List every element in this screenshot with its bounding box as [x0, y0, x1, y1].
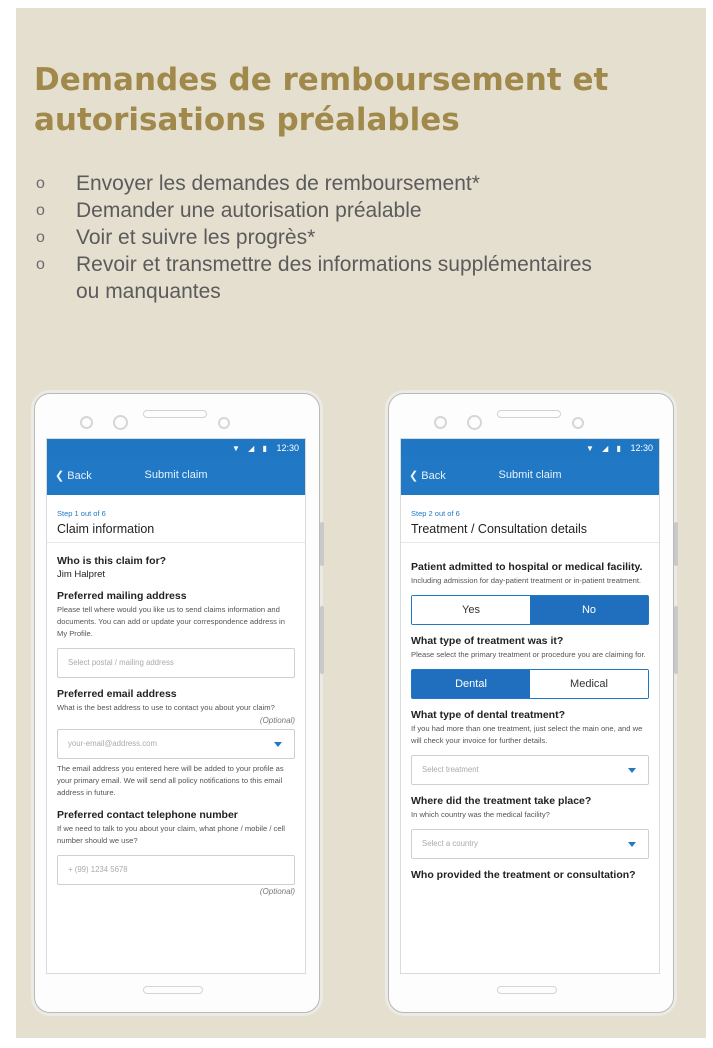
sensor-icon — [434, 416, 447, 429]
where-help: In which country was the medical facilit… — [411, 810, 550, 819]
step-heading: Claim information — [57, 522, 155, 536]
chevron-down-icon — [274, 742, 282, 747]
phone-screen: ▼ ◢ ▮ 12:30 ❮ Back Submit claim Step 2 o… — [400, 438, 660, 974]
mailing-address-label: Preferred mailing address — [57, 590, 187, 602]
dental-type-label: What type of dental treatment? — [411, 709, 566, 721]
medical-option[interactable]: Medical — [530, 670, 648, 698]
list-item: o Envoyer les demandes de remboursement* — [36, 172, 480, 195]
step-indicator: Step 1 out of 6 — [57, 509, 106, 518]
speaker-icon — [143, 410, 207, 418]
phone-number-label: Preferred contact telephone number — [57, 809, 238, 821]
home-button — [143, 986, 203, 994]
screen-title: Submit claim — [498, 469, 562, 481]
email-note: The email address you entered here will … — [57, 764, 284, 797]
side-button — [674, 522, 678, 566]
camera-icon — [113, 415, 128, 430]
optional-tag: (Optional) — [259, 887, 295, 896]
email-field[interactable]: your-email@address.com — [57, 729, 295, 759]
status-time: 12:30 — [276, 443, 299, 453]
no-option[interactable]: No — [530, 596, 648, 624]
yes-option[interactable]: Yes — [412, 596, 530, 624]
email-help: What is the best address to use to conta… — [57, 703, 275, 712]
claim-for-label: Who is this claim for? — [57, 555, 167, 567]
page-title: Demandes de remboursement et autorisatio… — [34, 62, 609, 138]
sensor-icon — [218, 417, 230, 429]
step-header: Step 2 out of 6 Treatment / Consultation… — [401, 495, 659, 543]
provider-label: Who provided the treatment or consultati… — [411, 869, 636, 881]
screen-title: Submit claim — [144, 469, 208, 481]
side-button — [320, 606, 324, 674]
treatment-type-help: Please select the primary treatment or p… — [411, 650, 646, 659]
country-select[interactable]: Select a country — [411, 829, 649, 859]
form-body: Patient admitted to hospital or medical … — [401, 543, 659, 889]
status-icons: ▼ ◢ ▮ — [232, 444, 270, 453]
treatment-type-label: What type of treatment was it? — [411, 635, 564, 647]
list-item: o Demander une autorisation préalable — [36, 199, 422, 222]
camera-icon — [467, 415, 482, 430]
status-time: 12:30 — [630, 443, 653, 453]
bullet-marker: o — [36, 256, 45, 273]
status-icons: ▼ ◢ ▮ — [586, 444, 624, 453]
admitted-help: Including admission for day-patient trea… — [411, 576, 642, 585]
phone-number-help: If we need to talk to you about your cla… — [57, 824, 285, 845]
speaker-icon — [497, 410, 561, 418]
step-header: Step 1 out of 6 Claim information — [47, 495, 305, 543]
feature-list: o Envoyer les demandes de remboursement* … — [36, 170, 596, 305]
sensor-icon — [572, 417, 584, 429]
dental-option[interactable]: Dental — [412, 670, 530, 698]
chevron-down-icon — [628, 768, 636, 773]
mailing-address-select[interactable]: Select postal / mailing address — [57, 648, 295, 678]
phone-mockup-claim-info: ▼ ◢ ▮ 12:30 ❮ Back Submit claim Step 1 o… — [34, 393, 324, 1013]
status-bar: ▼ ◢ ▮ 12:30 — [401, 439, 659, 457]
side-button — [320, 522, 324, 566]
chevron-down-icon — [628, 842, 636, 847]
phone-screen: ▼ ◢ ▮ 12:30 ❮ Back Submit claim Step 1 o… — [46, 438, 306, 974]
bullet-marker: o — [36, 229, 45, 246]
phone-number-field[interactable]: + (99) 1234 5678 — [57, 855, 295, 885]
list-item: o Voir et suivre les progrès* — [36, 226, 316, 249]
form-body: Who is this claim for? Jim Halpret Prefe… — [47, 543, 305, 904]
status-bar: ▼ ◢ ▮ 12:30 — [47, 439, 305, 457]
claim-for-value: Jim Halpret — [57, 569, 106, 580]
dental-type-help: If you had more than one treatment, just… — [411, 724, 643, 745]
sensor-icon — [80, 416, 93, 429]
app-bar: ❮ Back Submit claim — [47, 457, 305, 495]
email-label: Preferred email address — [57, 688, 177, 700]
list-item: o Revoir et transmettre des informations … — [36, 253, 592, 303]
mailing-address-help: Please tell where would you like us to s… — [57, 605, 285, 638]
where-label: Where did the treatment take place? — [411, 795, 592, 807]
bullet-marker: o — [36, 202, 45, 219]
side-button — [674, 606, 678, 674]
admitted-toggle: Yes No — [411, 595, 649, 625]
step-indicator: Step 2 out of 6 — [411, 509, 460, 518]
treatment-select[interactable]: Select treatment — [411, 755, 649, 785]
bullet-marker: o — [36, 175, 45, 192]
optional-tag: (Optional) — [259, 716, 295, 725]
phone-mockup-treatment-details: ▼ ◢ ▮ 12:30 ❮ Back Submit claim Step 2 o… — [388, 393, 678, 1013]
step-heading: Treatment / Consultation details — [411, 522, 588, 536]
home-button — [497, 986, 557, 994]
app-bar: ❮ Back Submit claim — [401, 457, 659, 495]
admitted-label: Patient admitted to hospital or medical … — [411, 561, 643, 573]
treatment-type-toggle: Dental Medical — [411, 669, 649, 699]
